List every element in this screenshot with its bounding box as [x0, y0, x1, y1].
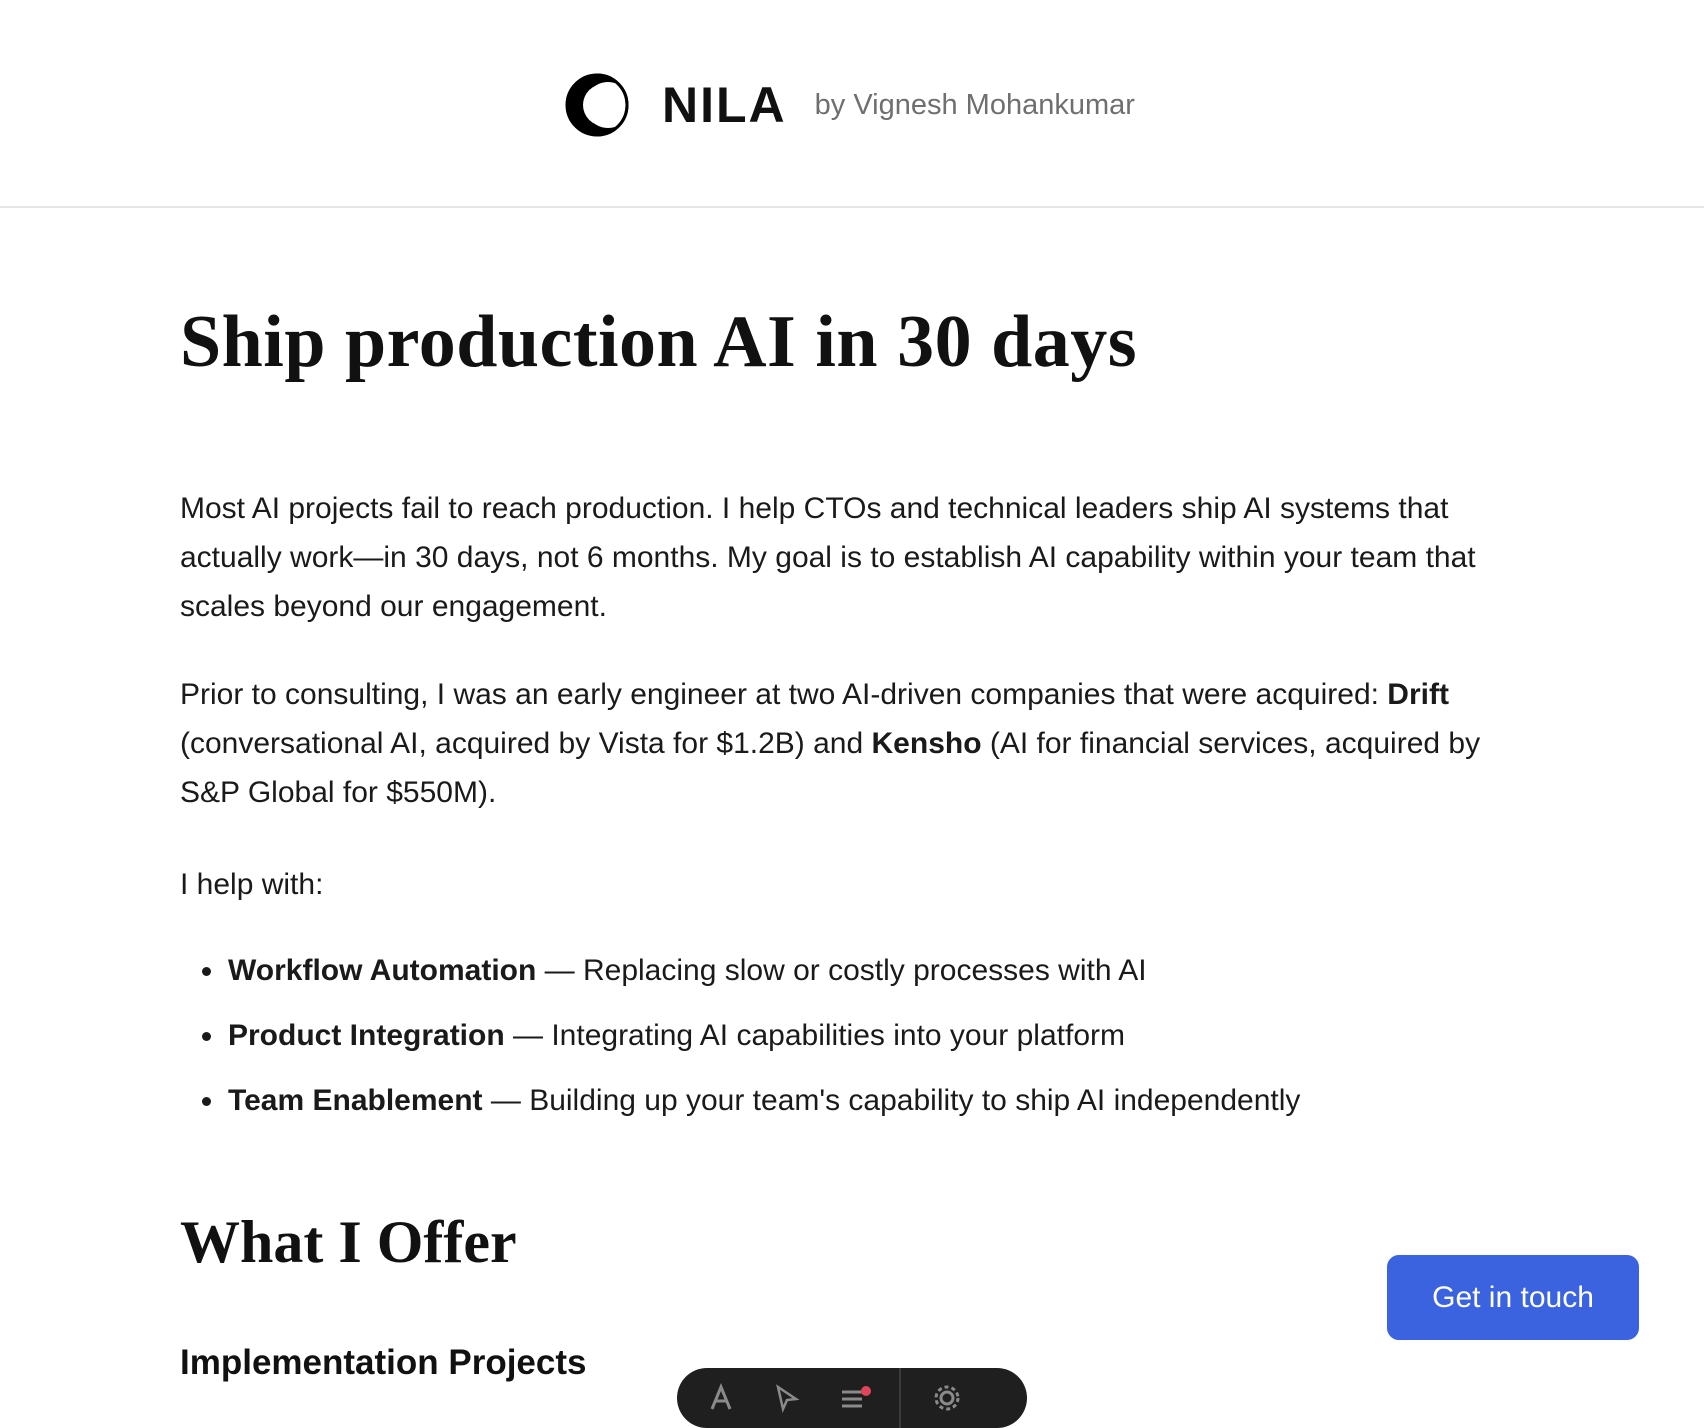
list-item: Product Integration — Integrating AI cap… [180, 1011, 1510, 1076]
brand-byline: by Vignesh Mohankumar [814, 88, 1135, 121]
site-header: NILA by Vignesh Mohankumar [0, 0, 1704, 208]
background-lead: Prior to consulting, I was an early engi… [180, 678, 1388, 711]
brand[interactable]: NILA by Vignesh Mohankumar [564, 70, 1135, 140]
notification-dot [861, 1386, 871, 1396]
service-desc: — Replacing slow or costly processes wit… [536, 954, 1147, 987]
drift-company: Drift [1387, 678, 1449, 711]
floating-toolbar [677, 1368, 1027, 1428]
service-name: Team Enablement [228, 1084, 483, 1117]
list-item: Team Enablement — Building up your team'… [180, 1076, 1510, 1141]
service-desc: — Integrating AI capabilities into your … [504, 1019, 1125, 1052]
bullet-icon [202, 1032, 211, 1041]
moon-logo-icon [565, 73, 630, 137]
bullet-icon [202, 1097, 211, 1106]
kensho-company: Kensho [871, 727, 982, 760]
section-title-offer: What I Offer [180, 1209, 517, 1275]
intro-paragraph: Most AI projects fail to reach productio… [180, 492, 1476, 623]
bullet-icon [202, 967, 211, 976]
toolbar-divider [899, 1368, 901, 1428]
menu-icon[interactable] [833, 1378, 873, 1418]
background-paragraph: Prior to consulting, I was an early engi… [180, 670, 1510, 817]
page-title: Ship production AI in 30 days [180, 301, 1138, 383]
service-name: Product Integration [228, 1019, 505, 1052]
gear-icon[interactable] [927, 1378, 967, 1418]
get-in-touch-button[interactable]: Get in touch [1387, 1255, 1639, 1340]
section-subtitle: Implementation Projects [180, 1343, 587, 1382]
pointer-icon[interactable] [767, 1378, 807, 1418]
service-name: Workflow Automation [228, 954, 537, 987]
list-item: Workflow Automation — Replacing slow or … [180, 946, 1510, 1011]
background-mid: (conversational AI, acquired by Vista fo… [180, 727, 872, 760]
text-icon[interactable] [701, 1378, 741, 1418]
services-list: Workflow Automation — Replacing slow or … [180, 946, 1510, 1141]
help-lead: I help with: [180, 868, 324, 901]
brand-name: NILA [662, 77, 787, 133]
service-desc: — Building up your team's capability to … [482, 1084, 1301, 1117]
